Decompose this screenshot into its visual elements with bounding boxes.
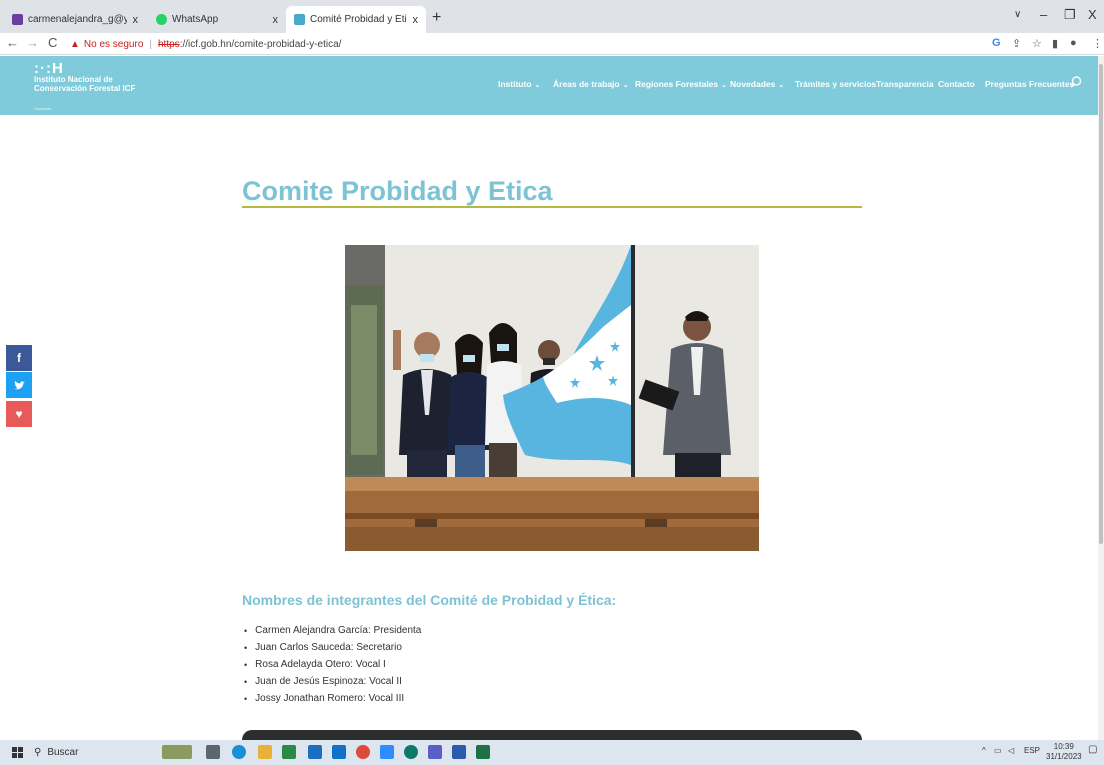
scrollbar-thumb[interactable]	[1099, 64, 1103, 544]
warning-triangle-icon: ▲	[70, 38, 80, 50]
list-item: Jossy Jonathan Romero: Vocal III	[244, 690, 421, 707]
facebook-share-button[interactable]: f	[6, 345, 32, 371]
tab-email[interactable]: carmenalejandra_g@yahoo.com x	[4, 6, 146, 33]
ceremony-photo	[345, 245, 759, 551]
clock-time: 10:39	[1053, 742, 1074, 751]
new-tab-button[interactable]: +	[432, 9, 441, 27]
task-view-icon[interactable]	[206, 745, 220, 759]
embedded-video[interactable]	[242, 730, 862, 740]
nav-label: Novedades	[730, 79, 776, 89]
file-explorer-icon[interactable]	[258, 745, 272, 759]
facebook-icon: f	[17, 351, 21, 365]
nav-tramites-y-servicios[interactable]: Trámites y servicios	[795, 79, 876, 89]
mail-icon	[12, 14, 23, 25]
nav-contacto[interactable]: Contacto	[938, 79, 975, 89]
outlook-icon[interactable]	[332, 745, 346, 759]
nav-label: Regiones Forestales	[635, 79, 719, 89]
address-bar-row: ← → C ▲ No es seguro | https ://icf.gob.…	[0, 33, 1104, 55]
save-share-button[interactable]: ♥	[6, 401, 32, 427]
nav-label: Instituto	[498, 79, 532, 89]
heart-icon: ♥	[15, 407, 23, 421]
nav-novedades[interactable]: Novedades ⌄	[730, 79, 784, 89]
minimize-button[interactable]: –	[1040, 7, 1047, 22]
url-field[interactable]: ▲ No es seguro | https ://icf.gob.hn/com…	[70, 35, 341, 53]
whatsapp-app-icon[interactable]	[404, 745, 418, 759]
nav-label: Áreas de trabajo	[553, 79, 620, 89]
url-path: ://icf.gob.hn/comite-probidad-y-etica/	[179, 38, 342, 50]
members-list: Carmen Alejandra García: Presidenta Juan…	[244, 622, 421, 707]
tab-title: carmenalejandra_g@yahoo.com	[28, 14, 127, 25]
taskbar-search-field[interactable]: ⚲ Buscar	[34, 744, 158, 761]
nav-instituto[interactable]: Instituto ⌄	[498, 79, 540, 89]
clock[interactable]: 10:39 31/1/2023	[1046, 742, 1082, 762]
news-widget-icon[interactable]	[162, 745, 192, 759]
url-protocol: https	[158, 38, 180, 50]
chrome-icon[interactable]	[356, 745, 370, 759]
forward-arrow-icon[interactable]: →	[26, 35, 39, 50]
twitter-icon	[13, 380, 25, 389]
side-panel-icon[interactable]: ▮	[1052, 37, 1058, 50]
search-icon: ⚲	[34, 747, 42, 758]
volume-icon[interactable]: ◁	[1008, 746, 1014, 755]
search-icon[interactable]	[1070, 76, 1082, 88]
menu-kebab-icon[interactable]: ⋮	[1092, 37, 1103, 50]
nav-preguntas-frecuentes[interactable]: Preguntas Frecuentes	[985, 79, 1074, 89]
taskbar-search-placeholder: Buscar	[47, 747, 79, 758]
teams-icon[interactable]	[428, 745, 442, 759]
twitter-share-button[interactable]	[6, 372, 32, 398]
close-tab-icon[interactable]: x	[127, 14, 139, 26]
nav-areas-de-trabajo[interactable]: Áreas de trabajo ⌄	[553, 79, 629, 89]
zoom-icon[interactable]	[380, 745, 394, 759]
security-status[interactable]: No es seguro	[84, 39, 143, 50]
windows-start-icon[interactable]	[12, 747, 23, 758]
tab-search-chevron-icon[interactable]: ∨	[1014, 9, 1021, 20]
mail-app-icon[interactable]	[308, 745, 322, 759]
chevron-down-icon: ⌄	[721, 82, 728, 89]
back-arrow-icon[interactable]: ←	[6, 35, 19, 50]
list-item: Juan de Jesús Espinoza: Vocal II	[244, 673, 421, 690]
tab-comite[interactable]: Comité Probidad y Ética - ICF x	[286, 6, 426, 33]
excel-icon[interactable]	[476, 745, 490, 759]
icf-logo-text[interactable]: Instituto Nacional de Conservación Fores…	[34, 75, 144, 93]
close-window-button[interactable]: X	[1088, 7, 1097, 22]
clock-date: 31/1/2023	[1046, 752, 1082, 761]
network-icon[interactable]: ▭	[994, 746, 1002, 755]
list-item: Juan Carlos Sauceda: Secretario	[244, 639, 421, 656]
close-tab-icon[interactable]: x	[267, 14, 279, 26]
whatsapp-icon	[156, 14, 167, 25]
tab-whatsapp[interactable]: WhatsApp x	[148, 6, 286, 33]
nav-regiones-forestales[interactable]: Regiones Forestales ⌄	[635, 79, 727, 89]
chevron-down-icon: ⌄	[622, 82, 629, 89]
members-heading: Nombres de integrantes del Comité de Pro…	[242, 592, 617, 608]
title-underline	[242, 206, 862, 208]
chevron-down-icon: ⌄	[778, 82, 785, 89]
google-icon[interactable]: G	[992, 37, 1001, 49]
bookmark-star-icon[interactable]: ☆	[1032, 37, 1042, 50]
list-item: Rosa Adelayda Otero: Vocal I	[244, 656, 421, 673]
page-title: Comite Probidad y Etica	[242, 176, 553, 206]
profile-avatar-icon[interactable]: ●	[1070, 37, 1077, 49]
tab-title: Comité Probidad y Ética - ICF	[310, 14, 407, 25]
close-tab-icon[interactable]: x	[407, 14, 419, 26]
separator: |	[149, 38, 152, 50]
windows-taskbar: ⚲ Buscar ^ ▭ ◁ ESP 10:39 31/1/2023 ▢	[0, 740, 1104, 765]
icf-logo-subtitle: Honduras	[34, 106, 52, 111]
share-icon[interactable]: ⇪	[1012, 37, 1021, 50]
browser-tab-strip: carmenalejandra_g@yahoo.com x WhatsApp x…	[0, 0, 1104, 33]
icf-favicon-icon	[294, 14, 305, 25]
word-icon[interactable]	[452, 745, 466, 759]
list-item: Carmen Alejandra García: Presidenta	[244, 622, 421, 639]
language-indicator[interactable]: ESP	[1024, 746, 1040, 755]
tab-title: WhatsApp	[172, 14, 219, 25]
store-icon[interactable]	[282, 745, 296, 759]
nav-transparencia[interactable]: Transparencia	[876, 79, 934, 89]
notifications-icon[interactable]: ▢	[1088, 744, 1097, 755]
chevron-down-icon: ⌄	[534, 82, 541, 89]
tray-chevron-icon[interactable]: ^	[982, 746, 986, 755]
edge-browser-icon[interactable]	[232, 745, 246, 759]
restore-button[interactable]: ❐	[1064, 7, 1076, 23]
reload-icon[interactable]: C	[48, 35, 57, 50]
